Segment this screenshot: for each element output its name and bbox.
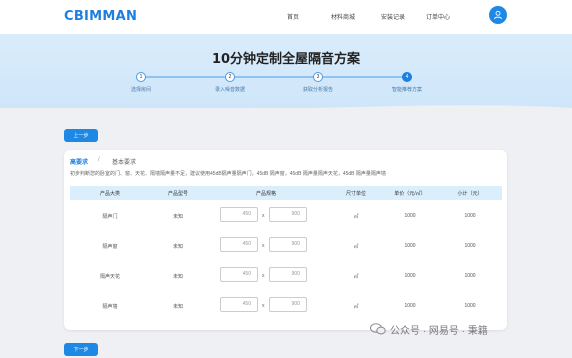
row-subtotal: 1000 [464, 273, 476, 279]
table-row: 隔声天花 未知 450 x 900 ㎡ 1000 1000 [70, 260, 502, 291]
wechat-icon [370, 323, 386, 335]
nav-install-records[interactable]: 安装记录 [381, 12, 405, 21]
tab-high-requirement[interactable]: 高要求 [70, 157, 88, 166]
table-row: 隔声门 未知 450 x 900 ㎡ 1000 1000 [70, 200, 502, 231]
tab-separator: / [98, 157, 100, 163]
row-model: 未知 [172, 244, 183, 250]
hero-wave-divider [0, 105, 572, 118]
step-1-circle: 1 [136, 72, 146, 82]
user-icon [494, 10, 502, 20]
prev-step-button[interactable]: 上一步 [64, 129, 98, 142]
width-input[interactable]: 450 [220, 267, 258, 282]
nav-home[interactable]: 首页 [287, 12, 299, 21]
row-category: 隔声门 [102, 214, 118, 220]
table-row: 隔声墙 未知 450 x 900 ㎡ 1000 1000 [70, 290, 502, 321]
watermark-text: 公众号 · 网易号 · 秉籍 [390, 326, 488, 337]
nav-order-center[interactable]: 订单中心 [426, 12, 450, 21]
width-input[interactable]: 450 [220, 297, 258, 312]
row-unit: ㎡ [353, 214, 359, 220]
row-price: 1000 [404, 243, 416, 249]
tab-basic-requirement[interactable]: 基本要求 [112, 157, 136, 166]
top-navbar: CBIMMAN 首页 材料商城 安装记录 订单中心 [0, 0, 572, 34]
step-3-circle: 3 [313, 72, 323, 82]
row-unit: ㎡ [353, 304, 359, 310]
row-model: 未知 [172, 304, 183, 310]
col-category: 产品大类 [99, 191, 120, 197]
height-input[interactable]: 900 [269, 237, 307, 252]
row-price: 1000 [404, 273, 416, 279]
step-3-label: 获取分析报告 [302, 87, 333, 93]
table-row: 隔声窗 未知 450 x 900 ㎡ 1000 1000 [70, 230, 502, 261]
step-2-circle: 2 [225, 72, 235, 82]
step-4-circle: 4 [402, 72, 412, 82]
row-subtotal: 1000 [464, 303, 476, 309]
next-step-button[interactable]: 下一步 [64, 343, 98, 356]
times-sign: x [262, 273, 265, 279]
col-spec: 产品规格 [255, 191, 276, 197]
row-model: 未知 [172, 214, 183, 220]
step-2-label: 录入噪音数据 [214, 87, 245, 93]
user-avatar[interactable] [489, 6, 507, 24]
row-price: 1000 [404, 213, 416, 219]
times-sign: x [262, 213, 265, 219]
row-unit: ㎡ [353, 244, 359, 250]
times-sign: x [262, 303, 265, 309]
width-input[interactable]: 450 [220, 237, 258, 252]
table-header: 产品大类 产品型号 产品规格 尺寸单位 单价（元/㎡） 小计（元） [70, 186, 502, 200]
col-unit: 尺寸单位 [345, 191, 366, 197]
page-title: 10分钟定制全屋隔音方案 [211, 52, 361, 67]
col-price: 单价（元/㎡） [394, 191, 426, 197]
step-1-label: 选择房间 [130, 87, 151, 93]
height-input[interactable]: 900 [269, 297, 307, 312]
row-price: 1000 [404, 303, 416, 309]
col-subtotal: 小计（元） [457, 191, 483, 197]
diagnosis-description: 初步判断您的卧室的门、窗、天花、隔墙隔声量不足，建议使用45dB隔声量隔声门，4… [70, 171, 386, 177]
nav-material-store[interactable]: 材料商城 [331, 12, 355, 21]
row-subtotal: 1000 [464, 213, 476, 219]
step-4-label: 智能推荐方案 [391, 87, 422, 93]
row-unit: ㎡ [353, 274, 359, 280]
height-input[interactable]: 900 [269, 267, 307, 282]
recommendation-card: 高要求 / 基本要求 初步判断您的卧室的门、窗、天花、隔墙隔声量不足，建议使用4… [64, 150, 507, 330]
row-category: 隔声窗 [102, 244, 118, 250]
stepper-track [141, 76, 407, 78]
width-input[interactable]: 450 [220, 207, 258, 222]
height-input[interactable]: 900 [269, 207, 307, 222]
row-model: 未知 [172, 274, 183, 280]
times-sign: x [262, 243, 265, 249]
col-model: 产品型号 [167, 191, 188, 197]
row-subtotal: 1000 [464, 243, 476, 249]
row-category: 隔声墙 [102, 304, 118, 310]
logo[interactable]: CBIMMAN [64, 9, 137, 24]
hero-banner [0, 34, 572, 108]
row-category: 隔声天花 [99, 274, 120, 280]
